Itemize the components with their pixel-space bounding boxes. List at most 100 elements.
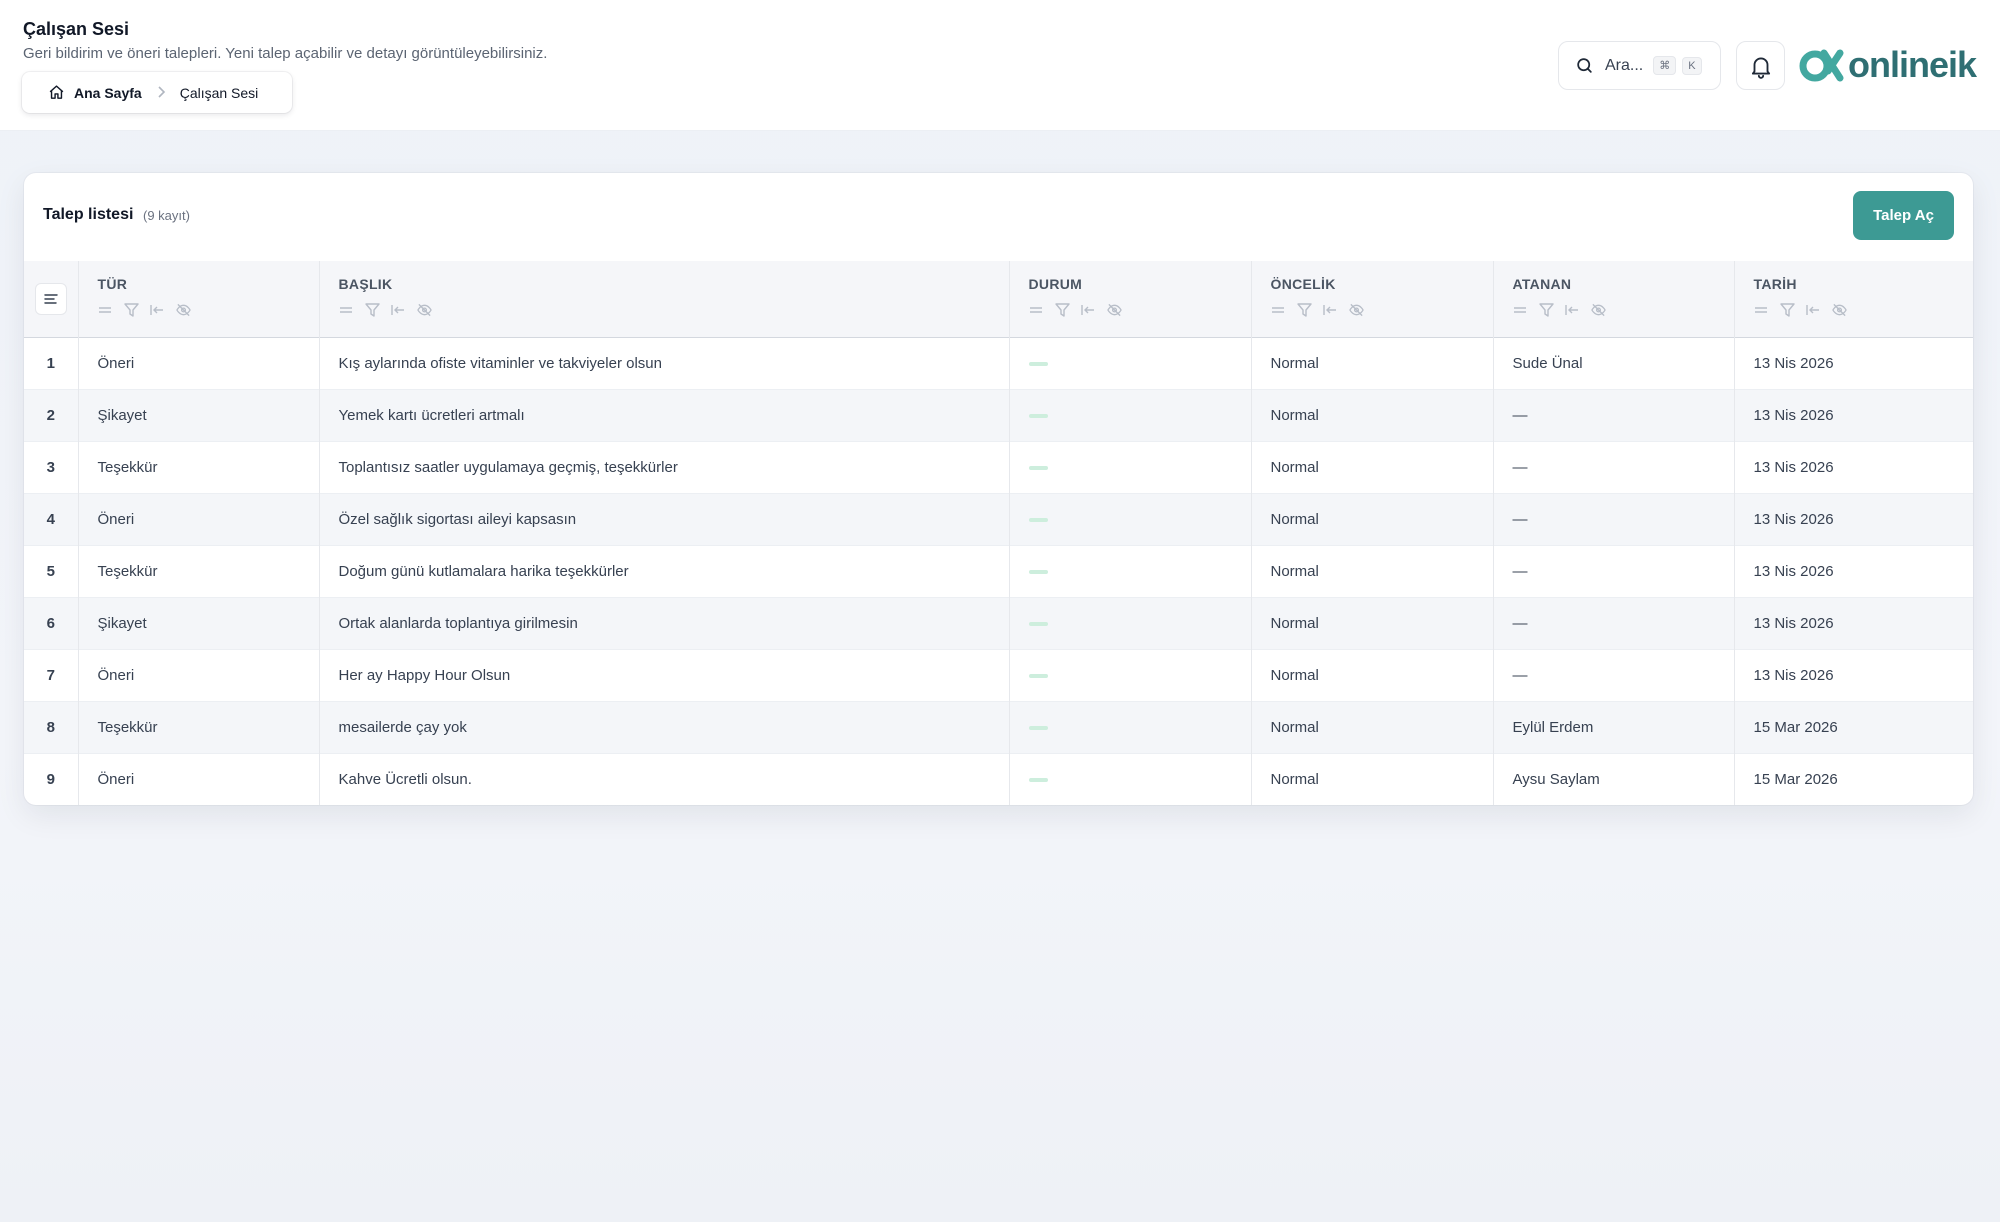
cell-baslik[interactable]: Her ay Happy Hour Olsun xyxy=(319,649,1010,701)
table-row[interactable]: 1 Öneri Kış aylarında ofiste vitaminler … xyxy=(24,337,1973,389)
table-row[interactable]: 7 Öneri Her ay Happy Hour Olsun Normal —… xyxy=(24,649,1973,701)
status-indicator xyxy=(1028,673,1048,678)
page-header: Çalışan Sesi Geri bildirim ve öneri tale… xyxy=(0,0,2000,131)
column-header-tur[interactable]: TÜR xyxy=(78,261,320,337)
pin-icon[interactable] xyxy=(1565,302,1580,317)
cell-baslik[interactable]: Ortak alanlarda toplantıya girilmesin xyxy=(319,597,1010,649)
cell-durum xyxy=(1009,545,1252,597)
cell-atanan: — xyxy=(1493,545,1735,597)
search-placeholder: Ara... xyxy=(1605,56,1644,74)
filter-icon[interactable] xyxy=(1779,302,1795,317)
cell-tur: Teşekkür xyxy=(78,441,320,493)
cell-tarih: 13 Nis 2026 xyxy=(1753,406,1834,424)
row-number: 7 xyxy=(24,649,79,701)
logo: onlineik xyxy=(1798,40,1977,90)
breadcrumb-home[interactable]: Ana Sayfa xyxy=(74,85,142,101)
search-input[interactable]: Ara... ⌘ K xyxy=(1558,41,1721,90)
drag-handle-icon[interactable] xyxy=(1513,302,1528,317)
status-indicator xyxy=(1028,361,1048,366)
drag-handle-icon[interactable] xyxy=(1754,302,1769,317)
bell-icon xyxy=(1748,53,1774,79)
cell-atanan: Aysu Saylam xyxy=(1493,753,1735,805)
row-number: 6 xyxy=(24,597,79,649)
filter-icon[interactable] xyxy=(1054,302,1070,317)
row-number: 4 xyxy=(24,493,79,545)
column-header-tarih[interactable]: TARİH xyxy=(1734,261,1973,337)
status-indicator xyxy=(1028,725,1048,730)
cell-baslik[interactable]: Kahve Ücretli olsun. xyxy=(319,753,1010,805)
home-icon[interactable] xyxy=(48,84,66,102)
column-header-baslik[interactable]: BAŞLIK xyxy=(319,261,1010,337)
row-number: 2 xyxy=(24,389,79,441)
column-tools xyxy=(79,302,319,317)
cell-oncelik: Normal xyxy=(1251,389,1494,441)
status-indicator xyxy=(1028,777,1048,782)
eye-off-icon[interactable] xyxy=(1831,302,1847,317)
logo-mark-icon xyxy=(1798,45,1844,85)
table-row[interactable]: 3 Teşekkür Toplantısız saatler uygulamay… xyxy=(24,441,1973,493)
table-header-row: TÜR BAŞLIK DURUM ÖNCELİK ATANAN TARİH xyxy=(24,261,1973,337)
notifications-button[interactable] xyxy=(1736,41,1785,90)
status-indicator xyxy=(1028,621,1048,626)
card-title: Talep listesi xyxy=(43,206,134,223)
shortcut-key: K xyxy=(1682,56,1702,75)
new-request-button[interactable]: Talep Aç xyxy=(1853,191,1954,240)
cell-baslik[interactable]: Toplantısız saatler uygulamaya geçmiş, t… xyxy=(319,441,1010,493)
column-menu-cell xyxy=(24,261,79,337)
column-header-atanan[interactable]: ATANAN xyxy=(1493,261,1735,337)
cell-baslik[interactable]: Yemek kartı ücretleri artmalı xyxy=(319,389,1010,441)
pin-icon[interactable] xyxy=(391,302,406,317)
cell-atanan: — xyxy=(1493,493,1735,545)
eye-off-icon[interactable] xyxy=(1106,302,1122,317)
filter-icon[interactable] xyxy=(1538,302,1554,317)
cell-durum xyxy=(1009,753,1252,805)
status-indicator xyxy=(1028,413,1048,418)
eye-off-icon[interactable] xyxy=(175,302,191,317)
column-tools xyxy=(1735,302,1974,317)
cell-oncelik: Normal xyxy=(1251,545,1494,597)
filter-icon[interactable] xyxy=(123,302,139,317)
eye-off-icon[interactable] xyxy=(1348,302,1364,317)
eye-off-icon[interactable] xyxy=(416,302,432,317)
cell-tur: Şikayet xyxy=(78,389,320,441)
column-tools xyxy=(1252,302,1493,317)
row-number: 3 xyxy=(24,441,79,493)
drag-handle-icon[interactable] xyxy=(98,302,113,317)
cell-baslik[interactable]: Özel sağlık sigortası aileyi kapsasın xyxy=(319,493,1010,545)
table-row[interactable]: 4 Öneri Özel sağlık sigortası aileyi kap… xyxy=(24,493,1973,545)
table-row[interactable]: 5 Teşekkür Doğum günü kutlamalara harika… xyxy=(24,545,1973,597)
cell-durum xyxy=(1009,701,1252,753)
filter-icon[interactable] xyxy=(364,302,380,317)
eye-off-icon[interactable] xyxy=(1590,302,1606,317)
column-tools xyxy=(320,302,1009,317)
pin-icon[interactable] xyxy=(150,302,165,317)
column-tools xyxy=(1010,302,1251,317)
pin-icon[interactable] xyxy=(1081,302,1096,317)
cell-tur: Teşekkür xyxy=(78,701,320,753)
pin-icon[interactable] xyxy=(1323,302,1338,317)
cell-durum xyxy=(1009,441,1252,493)
drag-handle-icon[interactable] xyxy=(1029,302,1044,317)
menu-lines-icon[interactable] xyxy=(34,282,67,315)
page-subtitle: Geri bildirim ve öneri talepleri. Yeni t… xyxy=(23,45,548,62)
card-header: Talep listesi (9 kayıt) Talep Aç xyxy=(24,173,1973,261)
status-indicator xyxy=(1028,517,1048,522)
column-header-oncelik[interactable]: ÖNCELİK xyxy=(1251,261,1494,337)
table-row[interactable]: 6 Şikayet Ortak alanlarda toplantıya gir… xyxy=(24,597,1973,649)
drag-handle-icon[interactable] xyxy=(1271,302,1286,317)
cell-baslik[interactable]: mesailerde çay yok xyxy=(319,701,1010,753)
table-row[interactable]: 8 Teşekkür mesailerde çay yok Normal Eyl… xyxy=(24,701,1973,753)
pin-icon[interactable] xyxy=(1806,302,1821,317)
drag-handle-icon[interactable] xyxy=(339,302,354,317)
column-tools xyxy=(1494,302,1734,317)
cell-tur: Şikayet xyxy=(78,597,320,649)
column-header-durum[interactable]: DURUM xyxy=(1009,261,1252,337)
table-row[interactable]: 9 Öneri Kahve Ücretli olsun. Normal Aysu… xyxy=(24,753,1973,805)
cell-durum xyxy=(1009,597,1252,649)
cell-baslik[interactable]: Kış aylarında ofiste vitaminler ve takvi… xyxy=(319,337,1010,389)
filter-icon[interactable] xyxy=(1296,302,1312,317)
cell-baslik[interactable]: Doğum günü kutlamalara harika teşekkürle… xyxy=(319,545,1010,597)
row-number: 8 xyxy=(24,701,79,753)
table-row[interactable]: 2 Şikayet Yemek kartı ücretleri artmalı … xyxy=(24,389,1973,441)
cell-oncelik: Normal xyxy=(1251,701,1494,753)
